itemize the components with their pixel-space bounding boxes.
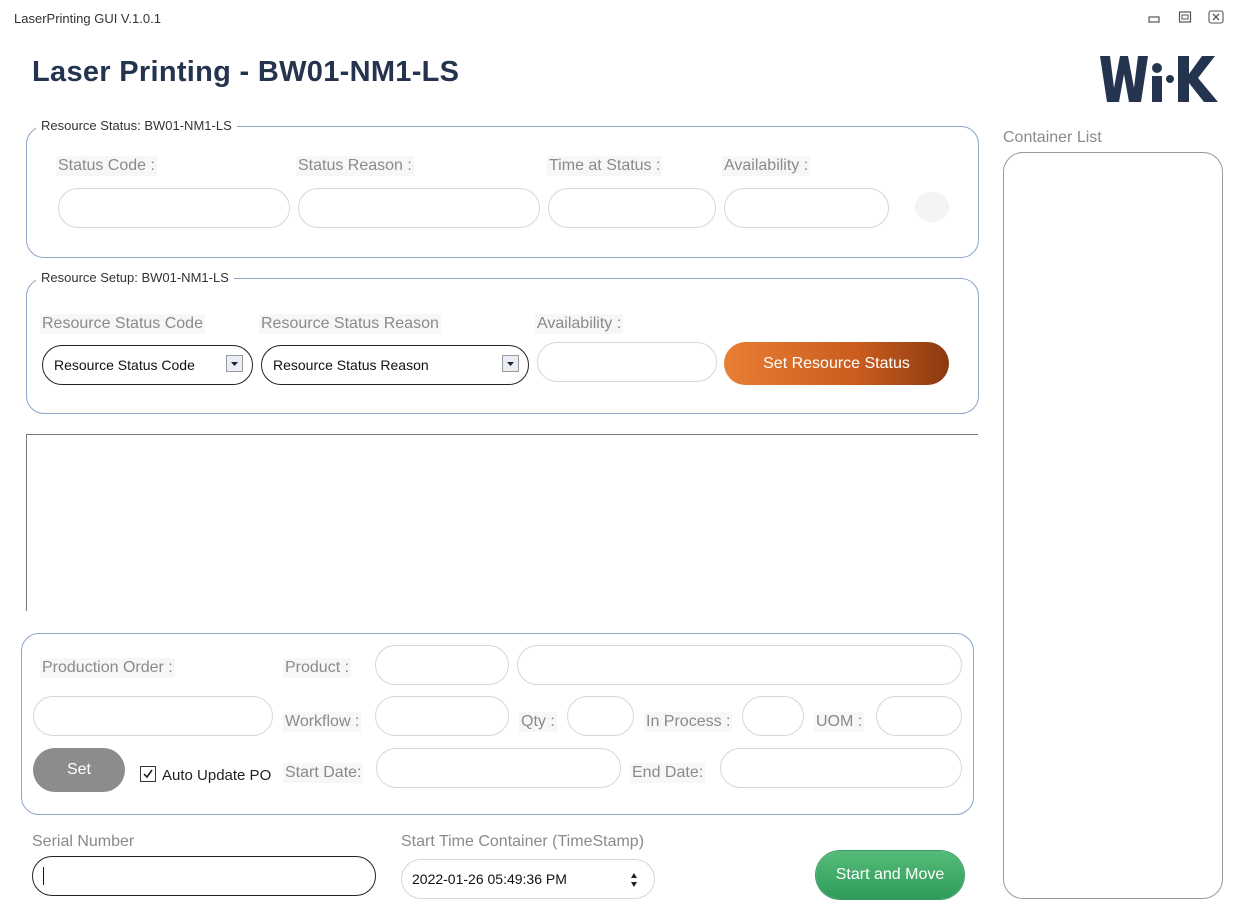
restore-icon[interactable] [1176, 8, 1194, 26]
qty-label: Qty : [519, 712, 557, 732]
uom-field[interactable] [876, 696, 962, 736]
set-resource-status-button[interactable]: Set Resource Status [724, 342, 949, 385]
serial-number-input[interactable] [32, 856, 376, 896]
resource-status-reason-selected: Resource Status Reason [273, 357, 429, 373]
chevron-down-icon[interactable] [226, 355, 243, 372]
resource-status-code-label: Resource Status Code [40, 314, 205, 334]
product-code-field[interactable] [375, 645, 509, 685]
container-list-label: Container List [1003, 129, 1102, 146]
in-process-label: In Process : [644, 712, 733, 732]
start-and-move-button[interactable]: Start and Move [816, 851, 964, 899]
spinner-icon[interactable] [630, 872, 638, 891]
time-at-status-label: Time at Status : [547, 156, 663, 176]
start-date-field[interactable] [376, 748, 621, 788]
status-code-field[interactable] [58, 188, 290, 228]
setup-availability-field[interactable] [537, 342, 717, 382]
availability-label: Availability : [722, 156, 811, 176]
production-order-label: Production Order : [40, 658, 175, 678]
company-logo [1098, 54, 1224, 104]
in-process-field[interactable] [742, 696, 804, 736]
chevron-down-icon[interactable] [502, 355, 519, 372]
resource-setup-legend: Resource Setup: BW01-NM1-LS [36, 270, 234, 285]
uom-label: UOM : [814, 712, 865, 732]
auto-update-po-label[interactable]: Auto Update PO [162, 767, 271, 784]
resource-status-reason-dropdown[interactable]: Resource Status Reason [261, 345, 529, 385]
timestamp-value: 2022-01-26 05:49:36 PM [412, 871, 567, 887]
message-panel [26, 434, 978, 611]
resource-status-code-dropdown[interactable]: Resource Status Code [42, 345, 253, 385]
container-list[interactable] [1003, 152, 1223, 899]
close-icon[interactable] [1207, 8, 1225, 26]
page-title: Laser Printing - BW01-NM1-LS [32, 56, 460, 88]
window-title: LaserPrinting GUI V.1.0.1 [14, 11, 161, 26]
end-date-field[interactable] [720, 748, 962, 788]
status-code-label: Status Code : [56, 156, 157, 176]
time-at-status-field[interactable] [548, 188, 716, 228]
text-cursor [43, 867, 44, 885]
workflow-label: Workflow : [283, 712, 362, 732]
minimize-icon[interactable] [1145, 8, 1163, 26]
start-date-label: Start Date: [283, 763, 364, 783]
serial-number-label: Serial Number [32, 833, 135, 850]
status-reason-label: Status Reason : [296, 156, 414, 176]
timestamp-picker[interactable]: 2022-01-26 05:49:36 PM [401, 859, 655, 899]
qty-field[interactable] [567, 696, 634, 736]
set-po-button[interactable]: Set [33, 748, 125, 792]
status-indicator [915, 192, 949, 222]
auto-update-po-checkbox[interactable] [140, 766, 156, 782]
production-order-field[interactable] [33, 696, 273, 736]
timestamp-label: Start Time Container (TimeStamp) [401, 833, 645, 850]
resource-status-legend: Resource Status: BW01-NM1-LS [36, 118, 237, 133]
workflow-field[interactable] [375, 696, 509, 736]
product-label: Product : [283, 658, 352, 678]
product-description-field[interactable] [517, 645, 962, 685]
availability-field[interactable] [724, 188, 889, 228]
status-reason-field[interactable] [298, 188, 540, 228]
resource-status-code-selected: Resource Status Code [54, 357, 195, 373]
checkmark-icon [143, 769, 153, 779]
end-date-label: End Date: [630, 763, 706, 783]
setup-availability-label: Availability : [535, 314, 624, 334]
resource-status-reason-label: Resource Status Reason [259, 314, 441, 334]
